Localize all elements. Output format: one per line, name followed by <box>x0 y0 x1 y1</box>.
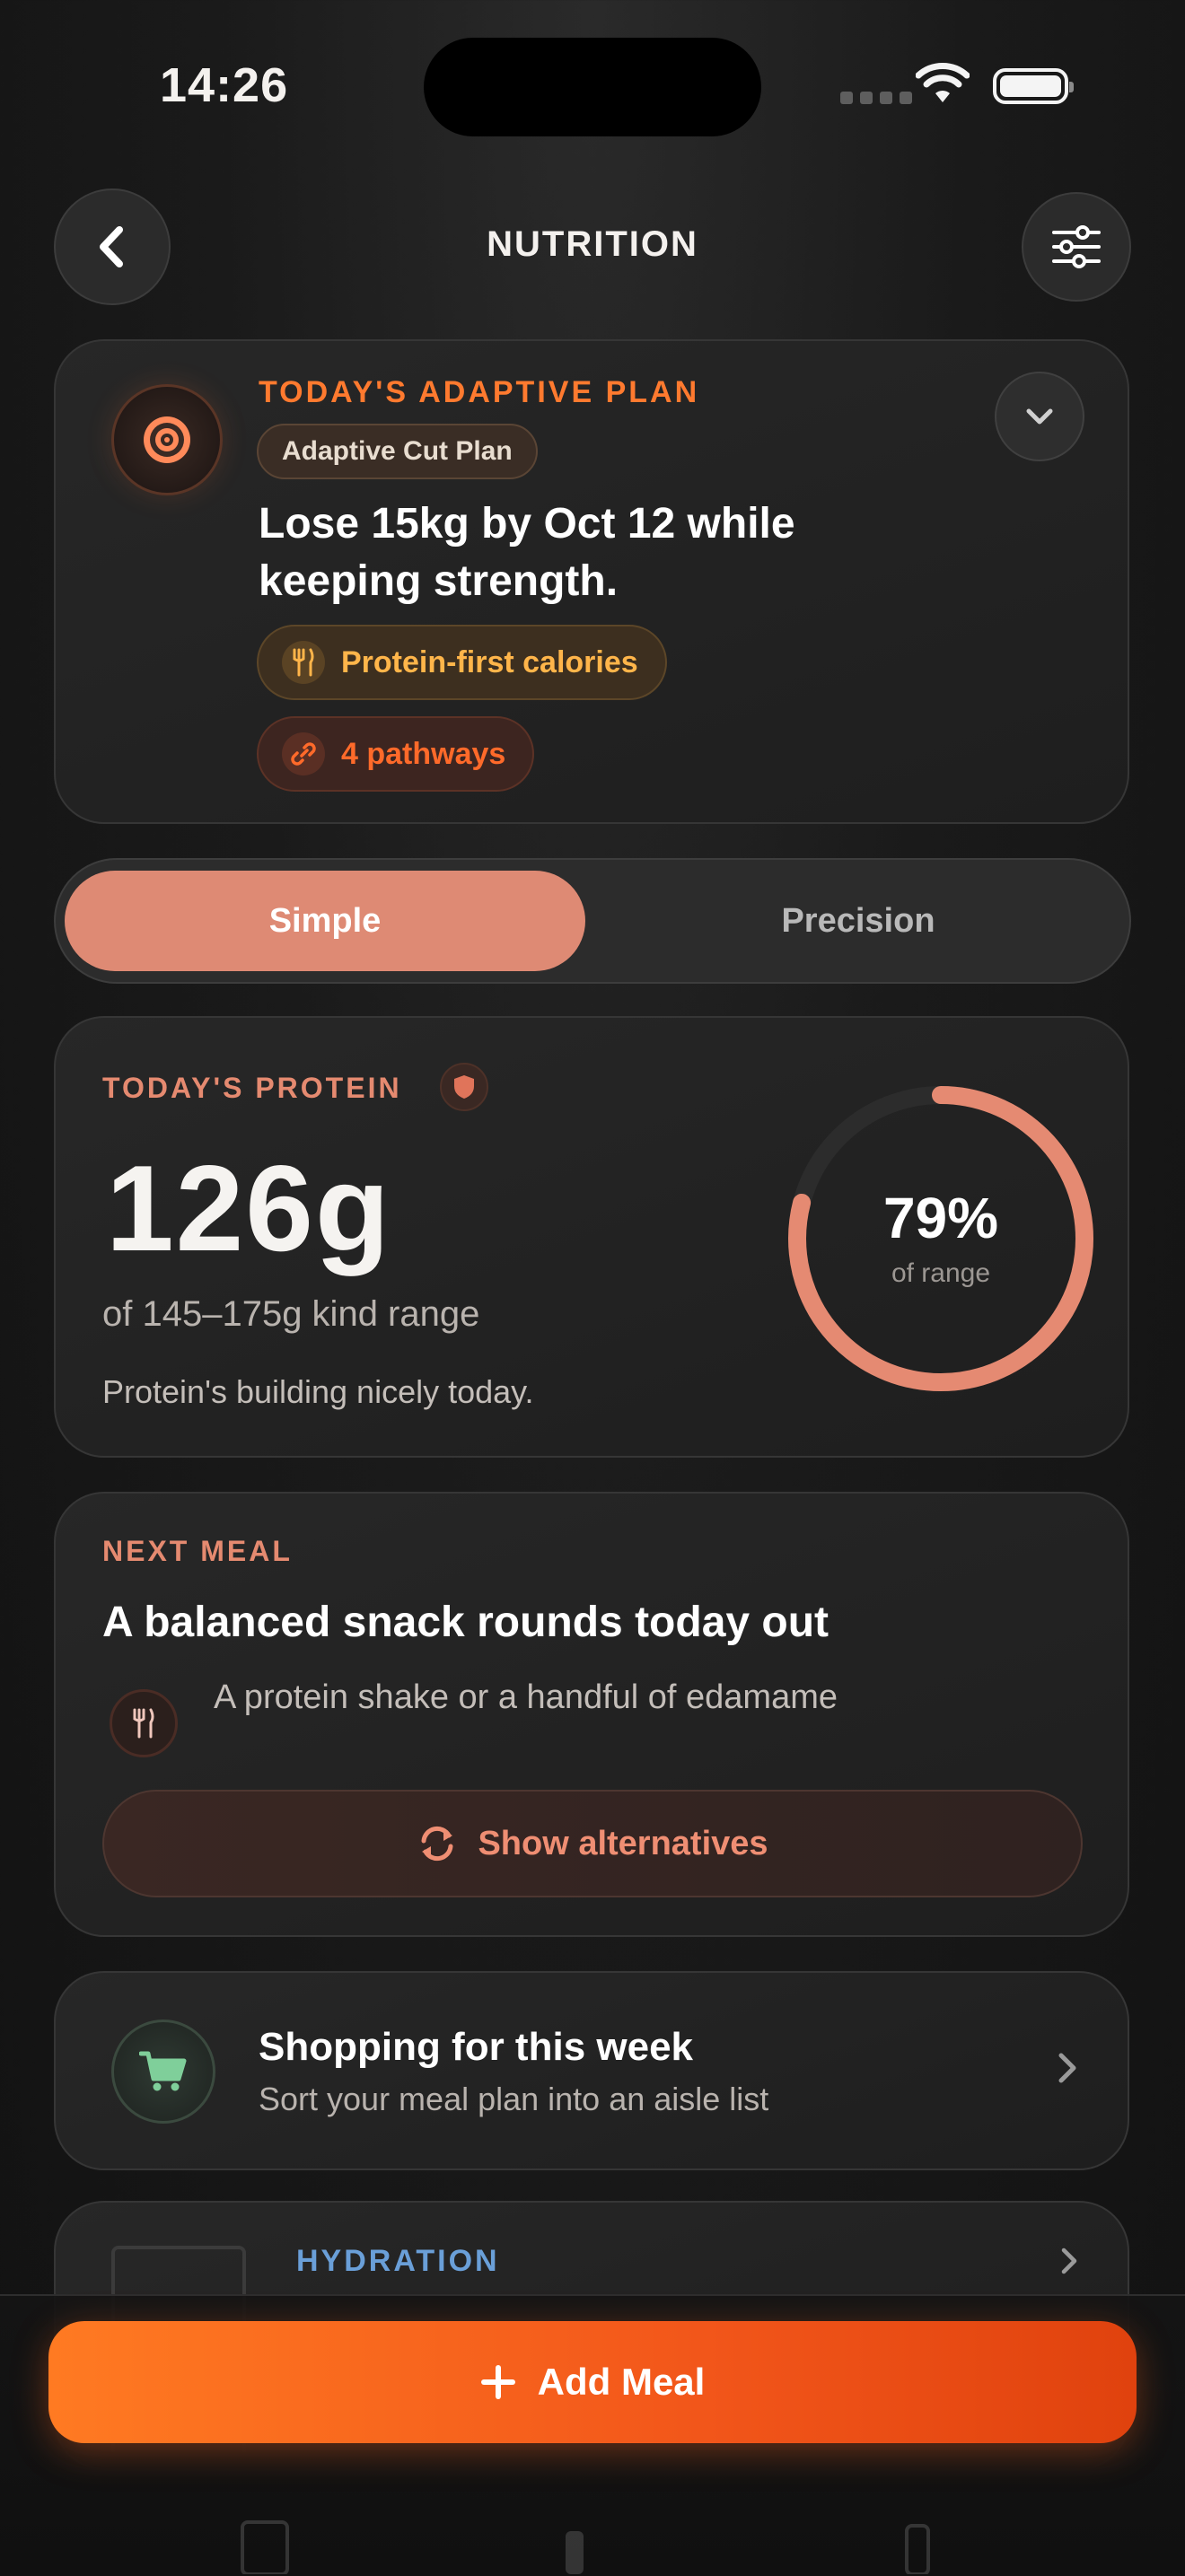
sliders-icon <box>1052 225 1101 268</box>
show-alternatives-button[interactable]: Show alternatives <box>102 1790 1083 1897</box>
filter-settings-button[interactable] <box>1022 192 1131 302</box>
hydration-eyebrow: HYDRATION <box>296 2244 500 2278</box>
next-meal-eyebrow: NEXT MEAL <box>102 1535 293 1567</box>
dynamic-island <box>424 38 761 136</box>
protein-eyebrow: TODAY'S PROTEIN <box>102 1072 402 1104</box>
fork-knife-icon <box>282 641 325 684</box>
plan-eyebrow: TODAY'S ADAPTIVE PLAN <box>259 375 700 409</box>
next-meal-description: A protein shake or a handful of edamame <box>214 1678 838 1716</box>
plan-goal: Lose 15kg by Oct 12 while keeping streng… <box>259 500 795 605</box>
target-icon <box>111 384 223 495</box>
pill-label: Protein-first calories <box>341 644 638 679</box>
add-meal-button[interactable]: Add Meal <box>48 2321 1137 2443</box>
segment-simple[interactable]: Simple <box>65 871 585 971</box>
cellular-signal-icon <box>840 92 912 104</box>
plus-icon <box>480 2365 515 2399</box>
pathways-pill[interactable]: 4 pathways <box>257 716 535 792</box>
ring-percent: 79% <box>882 1186 999 1250</box>
chevron-right-icon <box>1059 2246 1079 2281</box>
plan-type-chip: Adaptive Cut Plan <box>257 424 538 479</box>
shopping-subtitle: Sort your meal plan into an aisle list <box>259 2081 769 2117</box>
chevron-right-icon <box>1056 2050 1079 2090</box>
protein-note: Protein's building nicely today. <box>102 1373 534 1410</box>
segment-precision[interactable]: Precision <box>598 871 1119 971</box>
protein-range: of 145–175g kind range <box>102 1294 480 1334</box>
fork-knife-icon <box>110 1689 178 1757</box>
next-meal-title: A balanced snack rounds today out <box>102 1599 830 1646</box>
protein-value: 126g <box>106 1140 391 1276</box>
status-time: 14:26 <box>160 58 289 112</box>
tab-bar-ghost-icons <box>241 2520 930 2574</box>
chevron-down-icon <box>1026 408 1053 425</box>
battery-icon <box>993 68 1074 104</box>
ring-label: of range <box>891 1258 991 1288</box>
shield-icon <box>440 1063 488 1111</box>
page-title: NUTRITION <box>487 224 698 264</box>
refresh-icon <box>421 1826 453 1862</box>
show-alternatives-label: Show alternatives <box>478 1824 768 1862</box>
shopping-title: Shopping for this week <box>259 2025 694 2069</box>
pill-label: 4 pathways <box>341 736 506 771</box>
link-icon <box>282 732 325 775</box>
expand-plan-button[interactable] <box>995 372 1084 461</box>
add-meal-label: Add Meal <box>537 2361 706 2403</box>
wifi-icon <box>915 63 970 109</box>
protein-first-pill[interactable]: Protein-first calories <box>257 625 667 700</box>
cart-icon <box>111 2020 215 2124</box>
